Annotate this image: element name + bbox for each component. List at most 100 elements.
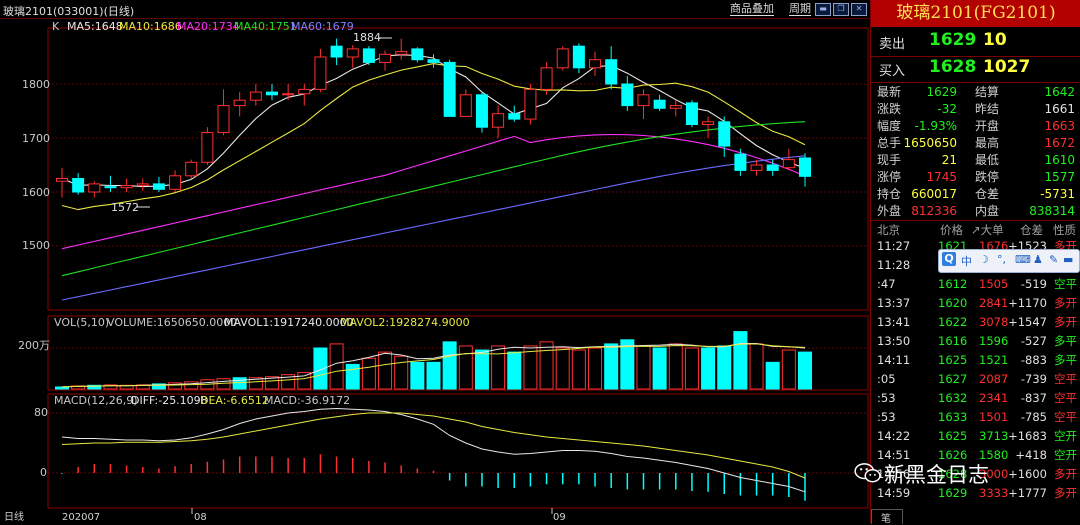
- stat-row: 涨停 1745 跌停 1577: [871, 169, 1080, 186]
- stat-value: -32: [937, 102, 957, 116]
- tick-row[interactable]: 14:22 1625 3713 +1683 空开: [871, 427, 1080, 446]
- candle-body: [169, 175, 182, 190]
- tick-time: 11:28: [877, 258, 911, 272]
- stat-row: 总手 1650650 最高 1672: [871, 135, 1080, 152]
- stat-key: 持仓: [877, 187, 902, 201]
- volume-bar: [539, 341, 554, 390]
- candle-body: [362, 48, 375, 63]
- tick-position: +1683: [1008, 429, 1047, 443]
- mavol2-label: MAVOL2:1928274.9000: [340, 316, 470, 329]
- volume-bar: [442, 341, 457, 390]
- period-button[interactable]: 周期: [786, 2, 814, 16]
- candle-body: [217, 105, 230, 134]
- candle-body: [524, 88, 537, 120]
- ime-mode-icon[interactable]: 中: [961, 253, 972, 269]
- tick-volume: 2341: [979, 391, 1009, 405]
- ime-user-icon[interactable]: ♟: [1033, 253, 1043, 266]
- period-tab[interactable]: 日线: [4, 510, 24, 523]
- stat-key: 最低: [975, 153, 1000, 167]
- tick-volume: 3078: [979, 315, 1009, 329]
- candle-body: [265, 91, 278, 96]
- tick-time: 11:27: [877, 239, 911, 253]
- tick-row[interactable]: :53 1632 2341 -837 空平: [871, 389, 1080, 408]
- candle-body: [782, 159, 795, 169]
- buy-row[interactable]: 买入 1628 1027: [871, 57, 1080, 81]
- tick-row[interactable]: :47 1612 1505 -519 空平: [871, 275, 1080, 294]
- volume-bar: [232, 377, 247, 390]
- ime-menu-icon[interactable]: ▬: [1063, 253, 1073, 266]
- candle-body: [556, 48, 569, 69]
- tick-position: +1547: [1008, 315, 1047, 329]
- tick-volume: 1596: [979, 334, 1009, 348]
- ime-moon-icon[interactable]: ☽: [979, 253, 989, 266]
- tick-row[interactable]: :53 1633 1501 -785 空平: [871, 408, 1080, 427]
- tick-type: 空平: [1054, 277, 1077, 291]
- tick-type: 多开: [1054, 467, 1077, 481]
- candle-body: [120, 185, 133, 189]
- stat-key: 跌停: [975, 170, 1000, 184]
- tick-row[interactable]: 13:50 1616 1596 -527 多平: [871, 332, 1080, 351]
- stat-key: 昨结: [975, 102, 1000, 116]
- macd-histogram: [61, 454, 806, 501]
- chart-title: 玻璃2101(033001)(日线): [3, 5, 135, 18]
- stat-row: 持仓 660017 仓差 -5731: [871, 186, 1080, 203]
- candle-body: [298, 88, 311, 95]
- overlay-commodity-button[interactable]: 商品叠加: [727, 2, 777, 16]
- low-marker: 1572: [111, 201, 139, 214]
- candle-body: [395, 51, 408, 55]
- tick-volume: 1521: [979, 353, 1009, 367]
- buy-label: 买入: [879, 64, 906, 79]
- tick-price: 1616: [938, 334, 968, 348]
- kline-chart[interactable]: K MA5:1648 MA10:1686 MA20:1734 MA40:1751…: [0, 18, 870, 523]
- stat-key: 仓差: [975, 187, 1000, 201]
- bottom-tab[interactable]: 笔: [871, 509, 903, 525]
- tick-type: 多开: [1054, 296, 1077, 310]
- stat-value: 1672: [1044, 136, 1075, 150]
- volume-bar: [765, 361, 780, 390]
- candle-body: [346, 48, 359, 58]
- candle-body: [492, 113, 505, 128]
- ime-logo-icon[interactable]: Q: [942, 252, 956, 266]
- tick-row[interactable]: 13:41 1622 3078 +1547 多开: [871, 313, 1080, 332]
- ime-pen-icon[interactable]: ✎: [1049, 253, 1058, 266]
- volume-label: VOLUME:1650650.0000: [107, 316, 237, 329]
- candle-body: [201, 132, 214, 163]
- restore-window-icon[interactable]: ❐: [833, 3, 849, 16]
- date-tick: 09: [553, 512, 566, 523]
- sell-volume: 10: [983, 30, 1007, 50]
- dea-label: DEA:-6.6512: [200, 394, 269, 407]
- candle-body: [459, 94, 472, 117]
- candles: [56, 38, 811, 198]
- minimize-window-icon[interactable]: ▬: [815, 3, 831, 16]
- stat-key: 现手: [877, 153, 902, 167]
- mavol1-label: MAVOL1:1917240.0000: [224, 316, 354, 329]
- tick-row[interactable]: :05 1627 2087 -739 空平: [871, 370, 1080, 389]
- candle-body: [540, 67, 553, 90]
- tick-type: 空开: [1054, 429, 1077, 443]
- ime-toolbar[interactable]: Q 中 ☽ °, ⌨ ♟ ✎ ▬: [938, 249, 1080, 273]
- tick-position: +1600: [1008, 467, 1047, 481]
- stat-key: 外盘: [877, 204, 902, 218]
- tick-position: +1777: [1008, 486, 1047, 500]
- sell-row[interactable]: 卖出 1629 10: [871, 30, 1080, 54]
- tick-time: 14:11: [877, 353, 911, 367]
- ma60-label: MA60:1679: [291, 20, 354, 33]
- volume-bar: [345, 363, 360, 390]
- candle-body: [314, 56, 327, 90]
- ime-keyboard-icon[interactable]: ⌨: [1015, 253, 1031, 266]
- candle-body: [379, 53, 392, 63]
- volume-bar: [668, 343, 683, 390]
- volume-bar: [588, 347, 603, 390]
- tick-time: 13:41: [877, 315, 911, 329]
- ime-punct-icon[interactable]: °,: [997, 253, 1006, 266]
- candle-body: [72, 178, 85, 193]
- ma40-label: MA40:1751: [234, 20, 297, 33]
- tick-row[interactable]: 14:11 1625 1521 -883 多平: [871, 351, 1080, 370]
- close-window-icon[interactable]: ✕: [851, 3, 867, 16]
- tick-row[interactable]: 13:37 1620 2841 +1170 多开: [871, 294, 1080, 313]
- vol-tick: 200万: [18, 339, 50, 352]
- volume-bar: [297, 372, 312, 390]
- volume-bar: [781, 349, 796, 390]
- volume-bar: [523, 345, 538, 390]
- candle-body: [330, 45, 343, 58]
